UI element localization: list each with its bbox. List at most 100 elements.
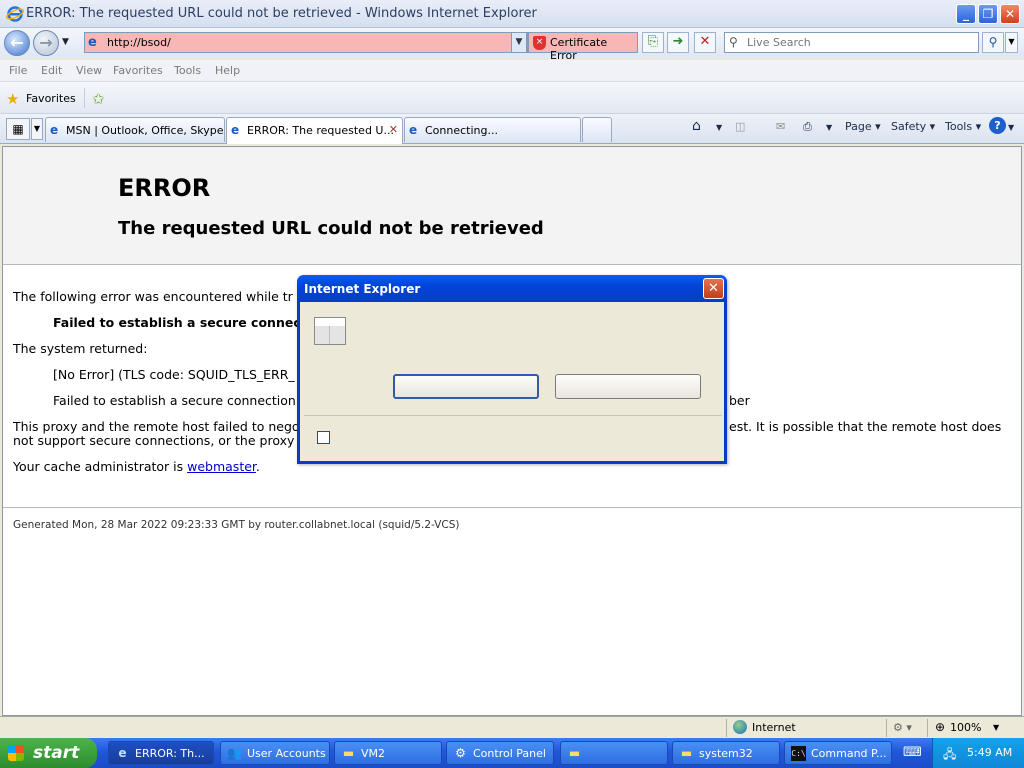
read-mail-icon[interactable]: ✉ xyxy=(776,120,785,133)
search-box[interactable]: ⚲ xyxy=(724,32,979,53)
tab-error[interactable]: e ERROR: The requested U... ✕ xyxy=(226,117,403,144)
print-dropdown-icon[interactable]: ▼ xyxy=(826,123,832,132)
menu-favorites[interactable]: Favorites xyxy=(113,64,163,77)
taskbar-item-vm2[interactable]: ▬ VM2 xyxy=(334,741,442,765)
protected-mode-icon[interactable]: ⚙ ▾ xyxy=(893,721,912,734)
proxy-explanation-1-end: est. It is possible that the remote host… xyxy=(729,419,1002,434)
security-zone[interactable]: Internet xyxy=(752,721,796,734)
safety-menu[interactable]: Safety ▾ xyxy=(891,120,935,133)
favorites-button[interactable]: Favorites xyxy=(26,92,76,105)
divider xyxy=(304,415,722,416)
back-button[interactable]: ← xyxy=(4,30,30,56)
taskbar-item-label: VM2 xyxy=(361,747,386,760)
menu-view[interactable]: View xyxy=(76,64,102,77)
close-tab-icon[interactable]: ✕ xyxy=(389,123,398,136)
feeds-icon[interactable]: ◫ xyxy=(735,120,745,133)
error-subheading: The requested URL could not be retrieved xyxy=(118,218,544,239)
address-url[interactable]: http://bsod/ xyxy=(107,36,171,49)
tab-list-dropdown[interactable]: ▼ xyxy=(31,118,43,140)
clock[interactable]: 5:49 AM xyxy=(967,746,1012,759)
taskbar: start e ERROR: Th... 👥 User Accounts ▬ V… xyxy=(0,738,1024,768)
admin-prefix: Your cache administrator is xyxy=(13,459,188,474)
favorites-star-icon[interactable]: ★ xyxy=(6,90,19,108)
zoom-level[interactable]: 100% xyxy=(950,721,981,734)
folder-icon: ▬ xyxy=(568,746,581,760)
zoom-dropdown-icon[interactable]: ▼ xyxy=(993,723,999,732)
address-dropdown-button[interactable]: ▼ xyxy=(511,32,527,53)
ie-icon: e xyxy=(118,746,127,760)
generated-footer: Generated Mon, 28 Mar 2022 09:23:33 GMT … xyxy=(13,519,460,531)
menu-edit[interactable]: Edit xyxy=(41,64,62,77)
taskbar-item-folder[interactable]: ▬ xyxy=(560,741,668,765)
compatibility-view-button[interactable]: ⎘ xyxy=(642,32,664,53)
tab-msn[interactable]: e MSN | Outlook, Office, Skype... xyxy=(45,117,225,142)
tab-label: Connecting... xyxy=(425,124,498,137)
window-icon xyxy=(314,317,346,345)
close-window-button[interactable]: ✕ xyxy=(1000,4,1020,24)
print-icon[interactable]: ⎙ xyxy=(803,120,812,134)
taskbar-item-label: Command P... xyxy=(811,747,887,760)
page-menu[interactable]: Page ▾ xyxy=(845,120,881,133)
error-detail: Failed to establish a secure connectio xyxy=(53,315,320,330)
certificate-error-button[interactable]: × Certificate Error xyxy=(528,32,638,62)
search-button[interactable]: ⚲ xyxy=(982,32,1004,53)
search-input[interactable] xyxy=(745,35,970,50)
go-button[interactable]: ➜ xyxy=(667,32,689,53)
taskbar-item-user-accounts[interactable]: 👥 User Accounts xyxy=(220,741,330,765)
forward-arrow-icon: → xyxy=(39,33,53,52)
folder-icon: ▬ xyxy=(680,746,693,760)
divider xyxy=(84,88,85,108)
globe-icon xyxy=(733,720,747,734)
ie-logo-icon xyxy=(6,6,24,22)
taskbar-item-ie[interactable]: e ERROR: Th... xyxy=(108,741,214,765)
new-tab-button[interactable] xyxy=(582,117,612,142)
network-icon[interactable]: 🖧 xyxy=(943,745,956,766)
dialog-close-button[interactable]: ✕ xyxy=(703,278,724,299)
tools-menu[interactable]: Tools ▾ xyxy=(945,120,981,133)
taskbar-item-control-panel[interactable]: ⚙ Control Panel xyxy=(446,741,554,765)
stop-button[interactable]: ✕ xyxy=(694,32,716,53)
folder-icon: ▬ xyxy=(342,746,355,760)
page-icon: e xyxy=(88,35,97,50)
search-options-dropdown[interactable]: ▼ xyxy=(1005,32,1018,53)
start-button[interactable]: start xyxy=(0,738,97,768)
recent-pages-dropdown[interactable]: ▼ xyxy=(62,37,69,47)
user-accounts-icon: 👥 xyxy=(227,746,242,760)
system-returned-label: The system returned: xyxy=(13,341,148,356)
menu-tools[interactable]: Tools xyxy=(174,64,201,77)
dialog-secondary-button[interactable] xyxy=(555,374,701,399)
dialog-checkbox[interactable] xyxy=(317,431,330,444)
search-icon: ⚲ xyxy=(729,35,738,49)
back-arrow-icon: ← xyxy=(10,33,24,52)
cmd-icon: C:\ xyxy=(791,746,806,761)
taskbar-item-system32[interactable]: ▬ system32 xyxy=(672,741,780,765)
proxy-explanation-2: not support secure connections, or the p… xyxy=(13,433,295,448)
help-icon[interactable]: ? xyxy=(989,117,1006,134)
dialog-primary-button[interactable] xyxy=(393,374,539,399)
forward-button[interactable]: → xyxy=(33,30,59,56)
menu-help[interactable]: Help xyxy=(215,64,240,77)
maximize-button[interactable]: ❐ xyxy=(978,4,998,24)
keyboard-icon[interactable]: ⌨ xyxy=(903,745,922,760)
admin-suffix: . xyxy=(255,459,260,474)
ie-page-icon: e xyxy=(50,123,59,137)
tab-label: MSN | Outlook, Office, Skype... xyxy=(66,124,225,137)
taskbar-item-command-prompt[interactable]: C:\ Command P... xyxy=(784,741,892,765)
proxy-explanation-1: This proxy and the remote host failed to… xyxy=(13,419,300,434)
taskbar-item-label: system32 xyxy=(699,747,753,760)
help-dropdown-icon[interactable]: ▼ xyxy=(1008,123,1014,132)
quick-tabs-button[interactable]: ▦ xyxy=(6,118,30,140)
minimize-button[interactable]: _ xyxy=(956,4,976,24)
status-bar: Internet ⚙ ▾ ⊕ 100% ▼ xyxy=(0,716,1024,738)
tools-menu-label: Tools xyxy=(945,120,973,133)
error-intro: The following error was encountered whil… xyxy=(13,289,293,304)
add-to-favorites-bar-icon[interactable]: ✩ xyxy=(92,90,105,108)
home-dropdown-icon[interactable]: ▼ xyxy=(716,123,722,132)
menu-file[interactable]: File xyxy=(9,64,27,77)
webmaster-link[interactable]: webmaster xyxy=(187,459,256,474)
address-bar[interactable]: e http://bsod/ xyxy=(84,32,528,53)
tab-connecting[interactable]: e Connecting... xyxy=(404,117,581,142)
home-icon[interactable]: ⌂ xyxy=(692,118,701,134)
error-header: ERROR The requested URL could not be ret… xyxy=(3,147,1021,265)
favorites-bar: ★ Favorites ✩ xyxy=(0,82,1024,114)
